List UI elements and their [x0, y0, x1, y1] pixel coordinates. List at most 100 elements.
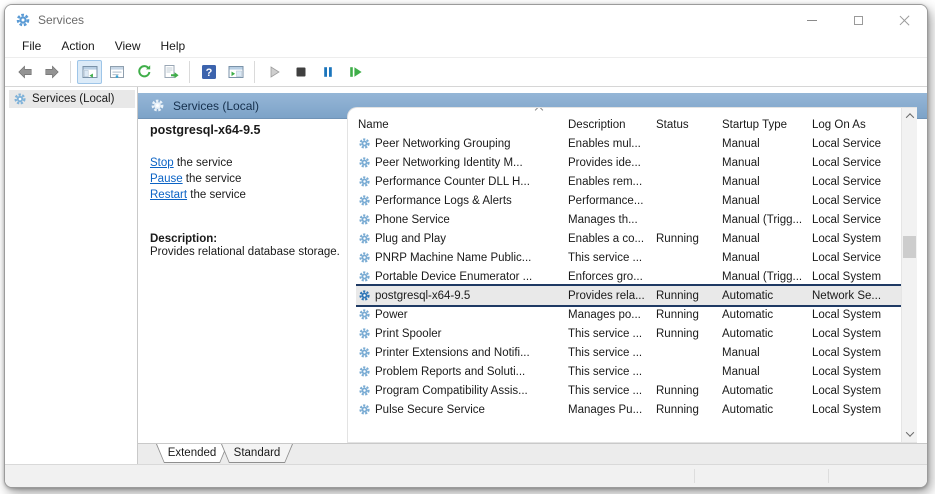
- services-window: Services FileActionViewHelp: [4, 4, 928, 488]
- service-row[interactable]: Pulse Secure ServiceManages Pu...Running…: [356, 400, 901, 419]
- restart-service-link[interactable]: Restart: [150, 189, 187, 201]
- cell-description: Manages th...: [566, 214, 654, 226]
- help-button[interactable]: ?: [196, 60, 221, 84]
- service-row[interactable]: Program Compatibility Assis...This servi…: [356, 381, 901, 400]
- service-gear-icon: [358, 213, 371, 226]
- service-name-text: Printer Extensions and Notifi...: [375, 347, 530, 359]
- menu-bar: FileActionViewHelp: [5, 35, 927, 57]
- cell-description: Manages po...: [566, 309, 654, 321]
- column-header-startup-type[interactable]: Startup Type: [720, 119, 810, 131]
- start-service-button[interactable]: [261, 60, 286, 84]
- console-tree-pane: Services (Local): [5, 87, 138, 464]
- service-row[interactable]: Performance Counter DLL H...Enables rem.…: [356, 172, 901, 191]
- menu-view[interactable]: View: [106, 37, 150, 55]
- tab-extended[interactable]: Extended: [156, 444, 228, 463]
- tree-item-services-local[interactable]: Services (Local): [9, 90, 135, 108]
- cell-startup-type: Manual: [720, 347, 810, 359]
- services-list-panel: NameDescriptionStatusStartup Type Log On …: [347, 107, 917, 443]
- column-label: Startup Type: [722, 119, 787, 131]
- export-list-button[interactable]: [158, 60, 183, 84]
- cell-startup-type: Manual: [720, 157, 810, 169]
- cell-description: Performance...: [566, 195, 654, 207]
- menu-file[interactable]: File: [13, 37, 50, 55]
- service-row[interactable]: Phone Service Manages th... Manual (Trigg.…: [356, 210, 901, 229]
- vertical-scrollbar[interactable]: [901, 108, 917, 442]
- service-row[interactable]: PNRP Machine Name Public...This service …: [356, 248, 901, 267]
- service-row[interactable]: Peer Networking GroupingEnables mul...Ma…: [356, 134, 901, 153]
- service-name-text: Performance Logs & Alerts: [375, 195, 512, 207]
- service-row[interactable]: Print SpoolerThis service ...RunningAuto…: [356, 324, 901, 343]
- minimize-button[interactable]: [789, 5, 835, 35]
- cell-status: Running: [654, 290, 720, 302]
- service-gear-icon: [358, 232, 371, 245]
- service-name-text: Print Spooler: [375, 328, 441, 340]
- cell-log-on-as: Local Service: [810, 138, 901, 150]
- tree-item-label: Services (Local): [32, 93, 114, 105]
- scrollbar-thumb[interactable]: [903, 236, 916, 258]
- services-gear-icon: [15, 12, 31, 28]
- service-row[interactable]: PowerManages po...RunningAutomaticLocal …: [356, 305, 901, 324]
- cell-startup-type: Automatic: [720, 309, 810, 321]
- pause-service-link[interactable]: Pause: [150, 173, 183, 185]
- chevron-down-icon: [905, 428, 913, 436]
- restart-service-button[interactable]: [342, 60, 367, 84]
- tab-label: Standard: [227, 444, 287, 462]
- service-name-text: Phone Service: [375, 214, 450, 226]
- scrollbar-track[interactable]: [902, 124, 917, 426]
- service-gear-icon: [358, 403, 371, 416]
- stop-icon: [293, 64, 309, 80]
- column-header-log-on-as[interactable]: Log On As: [810, 119, 901, 131]
- properties-window-icon: [109, 64, 125, 80]
- service-row[interactable]: Printer Extensions and Notifi...This ser…: [356, 343, 901, 362]
- service-row[interactable]: Portable Device Enumerator ...Enforces g…: [356, 267, 901, 286]
- stop-service-button[interactable]: [288, 60, 313, 84]
- service-gear-icon: [358, 384, 371, 397]
- cell-status: Running: [654, 309, 720, 321]
- column-header-name[interactable]: Name: [356, 119, 566, 131]
- menu-action[interactable]: Action: [52, 37, 103, 55]
- service-row[interactable]: Peer Networking Identity M...Provides id…: [356, 153, 901, 172]
- stop-service-link[interactable]: Stop: [150, 157, 174, 169]
- back-button[interactable]: [12, 60, 37, 84]
- pause-service-button[interactable]: [315, 60, 340, 84]
- cell-log-on-as: Local Service: [810, 176, 901, 188]
- forward-button[interactable]: [39, 60, 64, 84]
- cell-description: This service ...: [566, 385, 654, 397]
- tab-standard[interactable]: Standard: [221, 444, 293, 463]
- cell-description: This service ...: [566, 366, 654, 378]
- show-action-pane-button[interactable]: [223, 60, 248, 84]
- service-row-selected[interactable]: postgresql-x64-9.5Provides rela...Runnin…: [356, 286, 901, 305]
- service-row[interactable]: Plug and PlayEnables a co...RunningManua…: [356, 229, 901, 248]
- service-name-text: PNRP Machine Name Public...: [375, 252, 531, 264]
- column-label: Log On As: [812, 119, 866, 131]
- sort-ascending-icon: [535, 107, 543, 114]
- show-console-tree-button[interactable]: [77, 60, 102, 84]
- column-header-description[interactable]: Description: [566, 119, 654, 131]
- cell-log-on-as: Local System: [810, 385, 901, 397]
- cell-startup-type: Manual: [720, 366, 810, 378]
- close-button[interactable]: [881, 5, 927, 35]
- cell-name: PNRP Machine Name Public...: [356, 251, 566, 264]
- cell-description: This service ...: [566, 328, 654, 340]
- menu-help[interactable]: Help: [152, 37, 195, 55]
- scroll-down-button[interactable]: [902, 426, 918, 442]
- title-bar[interactable]: Services: [5, 5, 927, 35]
- cell-status: Running: [654, 328, 720, 340]
- cell-startup-type: Manual (Trigg...: [720, 214, 810, 226]
- service-gear-icon: [358, 156, 371, 169]
- refresh-button[interactable]: [131, 60, 156, 84]
- service-gear-icon: [358, 365, 371, 378]
- status-bar: [5, 464, 927, 487]
- maximize-button[interactable]: [835, 5, 881, 35]
- scroll-up-button[interactable]: [902, 108, 918, 124]
- service-row[interactable]: Performance Logs & AlertsPerformance...M…: [356, 191, 901, 210]
- view-tabs: ExtendedStandard: [138, 443, 927, 464]
- services-gear-icon: [150, 98, 165, 113]
- properties-button[interactable]: [104, 60, 129, 84]
- description-text: Provides relational database storage.: [150, 246, 340, 258]
- cell-log-on-as: Local System: [810, 233, 901, 245]
- column-header-status[interactable]: Status: [654, 119, 720, 131]
- service-row[interactable]: Problem Reports and Soluti... This servic…: [356, 362, 901, 381]
- service-name-text: Problem Reports and Soluti...: [375, 366, 525, 378]
- cell-log-on-as: Local System: [810, 328, 901, 340]
